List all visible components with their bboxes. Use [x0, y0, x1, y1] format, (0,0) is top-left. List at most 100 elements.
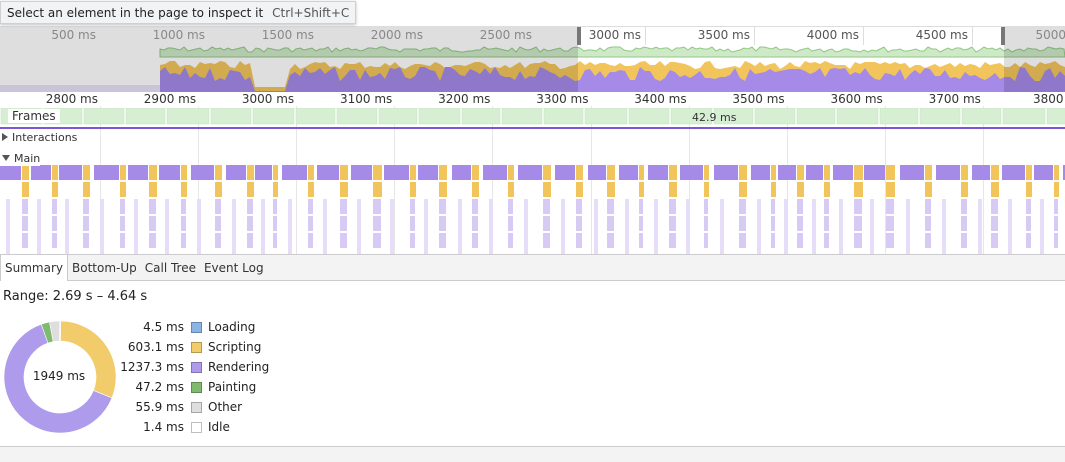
rendering-subevent: [797, 199, 803, 214]
rendering-subevent: [669, 216, 676, 231]
scripting-event: [439, 182, 447, 197]
rendering-subevent: [489, 199, 493, 254]
rendering-subevent: [886, 199, 894, 214]
timeline-overview[interactable]: 500 ms 1000 ms 1500 ms 2000 ms 2500 ms 3000 m…: [0, 26, 1065, 93]
rendering-event: [864, 165, 885, 180]
tab-event-log[interactable]: Event Log: [200, 255, 268, 281]
scripting-event: [247, 182, 254, 197]
overview-grid-line: [645, 27, 646, 45]
rendering-subevent: [594, 199, 598, 254]
scripting-event: [704, 165, 709, 180]
rendering-subevent: [524, 199, 528, 254]
tooltip-text: Select an element in the page to inspect…: [7, 5, 264, 20]
legend-value: 1237.3 ms: [120, 360, 184, 374]
ruler-tick: 3400 ms: [634, 92, 687, 106]
interactions-label: Interactions: [12, 130, 78, 144]
legend-value: 55.9 ms: [135, 400, 184, 414]
rendering-subevent: [458, 199, 462, 254]
flame-chart-tracks[interactable]: Frames 42.9 ms Interactions Main: [0, 106, 1065, 254]
rendering-subevent: [543, 216, 550, 231]
rendering-subevent: [22, 216, 28, 231]
scripting-event: [373, 182, 382, 197]
scripting-event: [797, 165, 804, 180]
ruler-tick: 3300 ms: [536, 92, 589, 106]
scripting-event: [472, 165, 479, 180]
rendering-subevent: [439, 233, 446, 248]
rendering-subevent: [52, 233, 57, 248]
rendering-subevent: [232, 199, 236, 254]
interactions-track-header[interactable]: Interactions: [0, 129, 78, 145]
rendering-subevent: [739, 199, 746, 214]
rendering-subevent: [149, 199, 156, 214]
selection-left-handle[interactable]: [577, 27, 581, 45]
selection-right-handle[interactable]: [1001, 27, 1005, 45]
rendering-subevent: [120, 233, 125, 248]
rendering-subevent: [576, 199, 582, 214]
rendering-subevent: [784, 199, 788, 254]
frame-bar: [879, 108, 919, 125]
frame-bar: [336, 108, 378, 125]
collapse-arrow-icon[interactable]: [2, 155, 10, 161]
frame-bar: [919, 108, 961, 125]
rendering-subevent: [991, 199, 998, 214]
rendering-event: [452, 165, 471, 180]
rendering-subevent: [1054, 199, 1058, 214]
scripting-event: [373, 165, 382, 180]
frame-bar: [461, 108, 501, 125]
scripting-event: [52, 165, 58, 180]
overview-tick: 4000 ms: [806, 28, 859, 42]
expand-arrow-icon[interactable]: [2, 133, 8, 141]
rendering-subevent: [120, 199, 125, 214]
rendering-subevent: [373, 216, 381, 231]
frame-bar: [796, 108, 836, 125]
overview-grid-line: [536, 27, 537, 45]
main-thread-flame-chart[interactable]: [0, 165, 1065, 254]
rendering-event: [648, 165, 668, 180]
rendering-event: [680, 165, 703, 180]
rendering-subevent: [273, 233, 277, 248]
rendering-subevent: [357, 199, 361, 254]
rendering-subevent: [886, 233, 894, 248]
rendering-subevent: [961, 199, 967, 214]
rendering-subevent: [410, 233, 415, 248]
rendering-event: [0, 165, 21, 180]
rendering-subevent: [508, 233, 513, 248]
overview-tick: 2000 ms: [370, 28, 423, 42]
tab-bottom-up[interactable]: Bottom-Up: [68, 255, 141, 281]
scripting-event: [215, 182, 222, 197]
tab-summary[interactable]: Summary: [0, 255, 68, 281]
rendering-event: [94, 165, 119, 180]
frame-bar: [210, 108, 252, 125]
rendering-subevent: [261, 199, 265, 254]
rendering-subevent: [83, 216, 89, 231]
scripting-event: [1026, 165, 1032, 180]
scripting-event: [669, 182, 677, 197]
scripting-event: [410, 182, 416, 197]
rendering-subevent: [704, 199, 708, 214]
rendering-subevent: [639, 216, 643, 231]
overview-tick: 4500 ms: [915, 28, 968, 42]
rendering-subevent: [134, 199, 138, 254]
scripting-event: [308, 165, 314, 180]
rendering-subevent: [340, 233, 347, 248]
frame-bar: [1002, 108, 1046, 125]
rendering-subevent: [308, 233, 313, 248]
rendering-event: [619, 165, 638, 180]
rendering-subevent: [165, 199, 169, 254]
rendering-subevent: [1026, 233, 1031, 248]
scripting-event: [22, 182, 29, 197]
frames-track[interactable]: Frames 42.9 ms: [0, 108, 1065, 126]
rendering-subevent: [739, 216, 746, 231]
rendering-subevent: [181, 233, 186, 248]
summary-legend: 4.5 ms Loading 603.1 ms Scripting 1237.3 ms R…: [110, 317, 269, 437]
rendering-event: [483, 165, 507, 180]
rendering-subevent: [273, 199, 277, 214]
main-track-header[interactable]: Main: [0, 150, 41, 166]
tab-call-tree[interactable]: Call Tree: [141, 255, 200, 281]
scripting-event: [543, 165, 551, 180]
legend-swatch: [191, 381, 202, 393]
rendering-event: [588, 165, 606, 180]
tooltip-shortcut: Ctrl+Shift+C: [272, 5, 350, 20]
rendering-subevent: [1040, 199, 1044, 254]
frame-bar: [543, 108, 584, 125]
